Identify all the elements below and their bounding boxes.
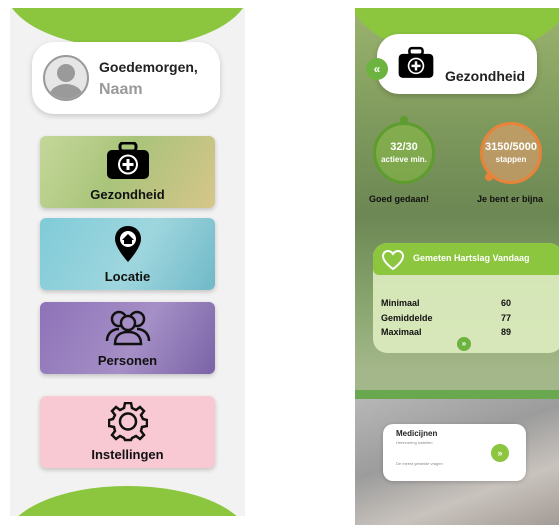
progress-dot-steps <box>485 173 493 181</box>
people-icon <box>104 308 152 351</box>
tile-label: Gezondheid <box>90 187 165 202</box>
health-screen: « Gezondheid 32/30 actieve min. 3150/500… <box>355 8 559 525</box>
double-chevron-right-icon: » <box>497 448 503 458</box>
active-minutes-value: 32/30 <box>390 141 418 153</box>
tile-label: Locatie <box>104 269 151 284</box>
home-screen: Goedemorgen, Naam Gezondheid Locatie Per… <box>10 8 245 516</box>
medicines-card[interactable]: Medicijnen Herinnering instellen De mees… <box>383 424 526 481</box>
double-chevron-left-icon: « <box>373 62 381 76</box>
row-value: 60 <box>501 298 512 308</box>
active-minutes-ring[interactable]: 32/30 actieve min. <box>373 122 435 184</box>
gear-icon <box>107 401 148 447</box>
row-value: 77 <box>501 313 512 323</box>
greeting-card: Goedemorgen, Naam <box>32 42 220 114</box>
greeting-text: Goedemorgen, <box>99 59 198 75</box>
active-caption: Goed gedaan! <box>369 194 430 204</box>
tile-label: Instellingen <box>91 447 164 462</box>
tile-personen[interactable]: Personen <box>40 302 215 374</box>
page-title: Gezondheid <box>445 68 526 84</box>
medicines-subtitle: Herinnering instellen <box>396 440 433 445</box>
location-pin-icon <box>113 224 143 269</box>
heart-rate-header: Gemeten Hartslag Vandaag <box>373 243 559 275</box>
medicines-title: Medicijnen <box>396 429 438 438</box>
heart-rate-more-button[interactable]: » <box>457 337 471 351</box>
steps-caption: Je bent er bijna <box>477 194 544 204</box>
heart-rate-card: Gemeten Hartslag Vandaag Minimaal 60 Gem… <box>373 243 559 353</box>
heart-rate-row-max: Maximaal 89 <box>381 327 511 337</box>
heart-rate-row-min: Minimaal 60 <box>381 298 511 308</box>
heart-rate-row-avg: Gemiddelde 77 <box>381 313 511 323</box>
row-label: Gemiddelde <box>381 313 433 323</box>
first-aid-kit-icon <box>397 46 435 85</box>
first-aid-kit-icon <box>105 141 151 185</box>
row-label: Maximaal <box>381 327 422 337</box>
heart-icon <box>381 249 405 276</box>
steps-value: 3150/5000 <box>485 141 537 153</box>
tile-instellingen[interactable]: Instellingen <box>40 396 215 468</box>
tile-gezondheid[interactable]: Gezondheid <box>40 136 215 208</box>
double-chevron-right-icon: » <box>461 339 467 348</box>
user-name: Naam <box>99 81 143 98</box>
medicines-faq: De meest gestelde vragen <box>396 461 443 466</box>
row-value: 89 <box>501 327 512 337</box>
back-button[interactable]: « <box>366 58 388 80</box>
steps-unit: stappen <box>495 155 527 164</box>
avatar[interactable] <box>43 55 89 101</box>
active-minutes-unit: actieve min. <box>381 155 427 164</box>
bottom-green-wave <box>10 486 245 516</box>
health-header <box>377 34 537 94</box>
section-divider <box>355 390 559 399</box>
tile-label: Personen <box>97 353 158 368</box>
row-label: Minimaal <box>381 298 420 308</box>
heart-rate-title: Gemeten Hartslag Vandaag <box>413 253 530 263</box>
medicines-open-button[interactable]: » <box>491 444 509 462</box>
tile-locatie[interactable]: Locatie <box>40 218 215 290</box>
